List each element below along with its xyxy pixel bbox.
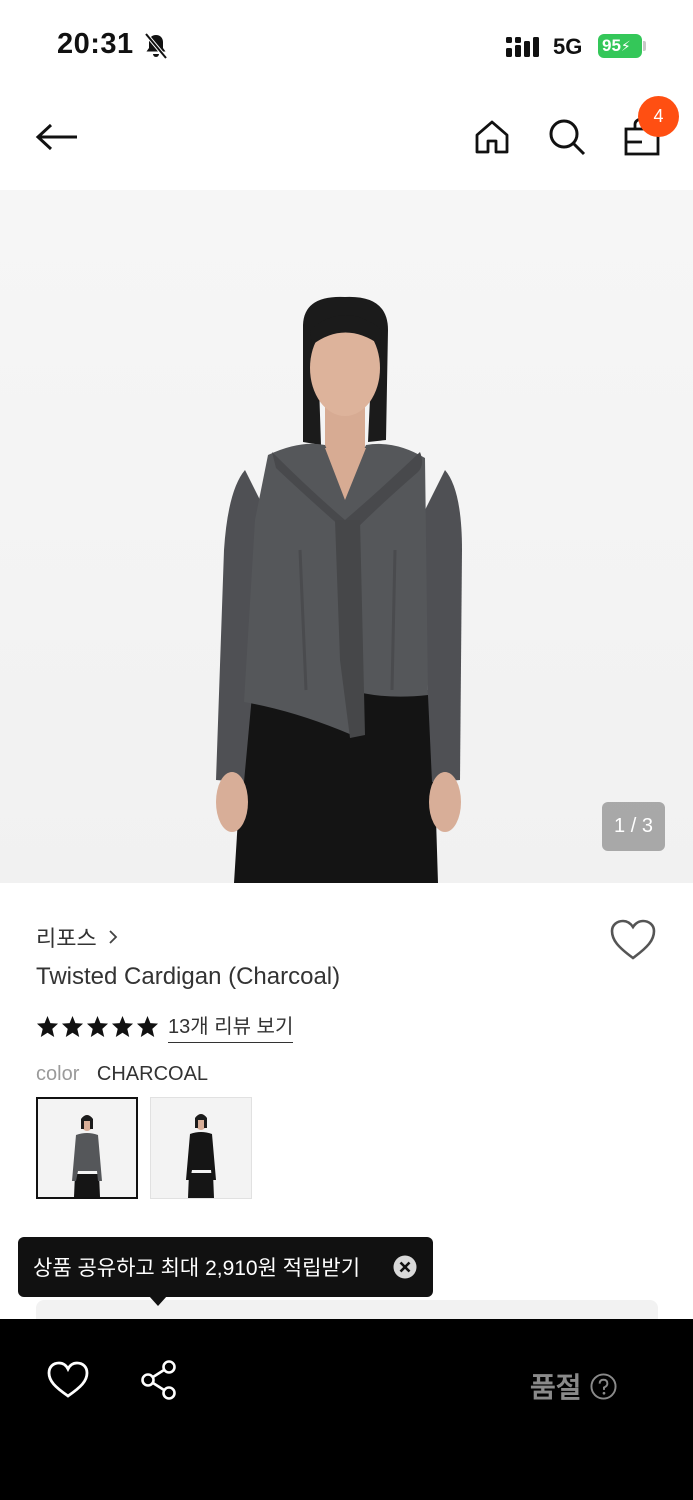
star-icon <box>61 1015 84 1038</box>
rating-row: 13개 리뷰 보기 <box>36 1010 294 1043</box>
cart-count-badge: 4 <box>638 96 679 137</box>
color-label: color <box>36 1063 80 1085</box>
product-title: Twisted Cardigan (Charcoal) <box>36 963 341 990</box>
signal-icon <box>506 37 539 57</box>
back-button[interactable] <box>32 108 82 166</box>
sold-out-status: 품절 <box>530 1366 617 1406</box>
chevron-right-icon <box>109 930 118 944</box>
status-time: 20:31 <box>57 28 134 60</box>
heart-icon[interactable] <box>46 1360 90 1400</box>
battery-tip <box>643 41 646 51</box>
battery-level: 95 <box>602 36 621 55</box>
star-icon <box>111 1015 134 1038</box>
brand-name: 리포스 <box>36 926 97 951</box>
top-nav <box>0 90 693 190</box>
heart-icon[interactable] <box>608 916 658 964</box>
swatch-black[interactable] <box>150 1097 252 1199</box>
color-row: color CHARCOAL <box>36 1063 208 1086</box>
bottom-action-bar: 품절 <box>0 1319 693 1500</box>
bell-off-icon <box>144 32 168 60</box>
swatch-charcoal-photo <box>38 1099 136 1197</box>
sold-out-label: 품절 <box>530 1372 582 1403</box>
tooltip-text: 상품 공유하고 최대 2,910원 적립받기 <box>33 1257 361 1280</box>
network-label: 5G <box>553 34 583 59</box>
model-photo <box>216 296 462 883</box>
color-value: CHARCOAL <box>96 1063 209 1085</box>
color-swatches <box>36 1097 252 1199</box>
swatch-black-photo <box>151 1098 251 1198</box>
product-image[interactable] <box>0 190 693 883</box>
share-reward-tooltip: 상품 공유하고 최대 2,910원 적립받기 <box>18 1237 433 1297</box>
home-icon <box>475 120 509 154</box>
image-counter: 1 / 3 <box>602 802 665 851</box>
help-icon[interactable] <box>590 1372 617 1400</box>
arrow-left-icon <box>35 123 77 151</box>
review-link[interactable]: 13개 리뷰 보기 <box>168 1010 294 1043</box>
status-bar: 20:31 5G 95⚡ <box>0 0 693 90</box>
swatch-charcoal[interactable] <box>36 1097 138 1199</box>
star-icon <box>136 1015 159 1038</box>
search-button[interactable] <box>542 108 592 166</box>
rating-stars <box>36 1015 159 1038</box>
star-icon <box>86 1015 109 1038</box>
brand-link[interactable]: 리포스 <box>36 921 119 953</box>
tooltip-tail <box>149 1296 167 1306</box>
battery-charging-icon: 95⚡ <box>598 34 642 58</box>
star-icon <box>36 1015 59 1038</box>
share-icon[interactable] <box>140 1360 178 1400</box>
close-icon[interactable] <box>393 1255 417 1279</box>
home-button[interactable] <box>467 108 517 166</box>
search-icon <box>549 119 586 156</box>
